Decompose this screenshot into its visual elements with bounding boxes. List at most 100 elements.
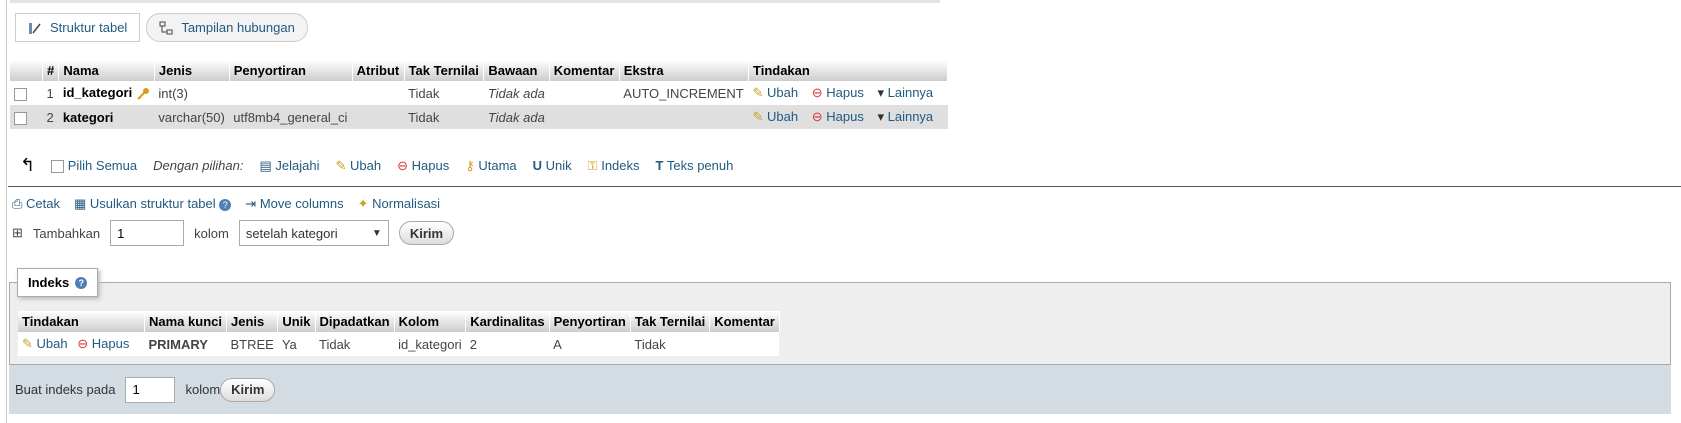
delete-icon: ⊖ bbox=[77, 336, 89, 351]
edit-label: Ubah bbox=[767, 109, 799, 124]
check-all-checkbox[interactable] bbox=[51, 160, 65, 174]
bulk-fulltext-button[interactable]: T Teks penuh bbox=[656, 158, 734, 173]
create-index-count-input[interactable] bbox=[125, 376, 176, 403]
help-icon[interactable]: ? bbox=[75, 276, 88, 289]
normalize-link[interactable]: ✦ Normalisasi bbox=[358, 196, 440, 212]
add-submit-button[interactable]: Kirim bbox=[398, 221, 455, 245]
edit-button[interactable]: ✎ Ubah bbox=[753, 85, 799, 100]
header-attributes[interactable]: Atribut bbox=[352, 60, 405, 81]
header-num[interactable]: # bbox=[42, 60, 60, 81]
field-null: Tidak bbox=[404, 81, 484, 105]
table-row: 1 id_kategori int(3) Tidak Tidak ada AUT… bbox=[10, 81, 948, 105]
index-collation: A bbox=[549, 332, 631, 356]
help-icon[interactable]: ? bbox=[219, 199, 232, 211]
header-default[interactable]: Bawaan bbox=[483, 60, 550, 81]
tab-structure-label: Struktur tabel bbox=[50, 20, 128, 35]
caret-down-icon: ▼ bbox=[371, 227, 382, 239]
propose-structure-link[interactable]: ▦ Usulkan struktur tabel ? bbox=[74, 196, 232, 212]
row-checkbox[interactable] bbox=[14, 87, 27, 101]
tab-relation-view[interactable]: Tampilan hubungan bbox=[146, 13, 308, 42]
delete-button[interactable]: ⊖ Hapus bbox=[812, 85, 864, 100]
caret-down-icon: ▾ bbox=[877, 109, 884, 124]
index-packed: Tidak bbox=[315, 332, 395, 356]
index-column: id_kategori bbox=[394, 332, 466, 356]
row-num: 1 bbox=[42, 81, 59, 105]
top-tab-strip bbox=[10, 0, 940, 3]
add-columns-form: ⊞ Tambahkan kolom setelah kategori▼ Kiri… bbox=[12, 220, 455, 246]
add-column-icon: ⊞ bbox=[12, 225, 23, 240]
delete-icon: ⊖ bbox=[397, 157, 408, 173]
view-tabs: Struktur tabel Tampilan hubungan bbox=[15, 13, 308, 42]
header-collation[interactable]: Penyortiran bbox=[229, 60, 353, 81]
add-count-input[interactable] bbox=[110, 220, 185, 246]
index-null: Tidak bbox=[630, 332, 710, 356]
primary-key-icon bbox=[137, 87, 149, 100]
field-default: Tidak ada bbox=[483, 105, 550, 129]
header-extra[interactable]: Ekstra bbox=[619, 60, 750, 81]
index-icon: ⚿ bbox=[587, 157, 598, 173]
edit-button[interactable]: ✎ Ubah bbox=[753, 109, 799, 124]
columns-header-row: # Nama Jenis Penyortiran Atribut Tak Ter… bbox=[10, 60, 948, 81]
wand-icon: ✦ bbox=[357, 196, 369, 211]
add-position-select[interactable]: setelah kategori ▼ bbox=[238, 220, 389, 246]
columns-table: # Nama Jenis Penyortiran Atribut Tak Ter… bbox=[10, 60, 948, 129]
field-collation: utf8mb4_general_ci bbox=[229, 105, 353, 129]
index-keyname: PRIMARY bbox=[144, 332, 227, 356]
field-null: Tidak bbox=[404, 105, 484, 129]
index-header-actions: Tindakan bbox=[18, 311, 145, 332]
header-actions: Tindakan bbox=[748, 60, 948, 81]
row-checkbox[interactable] bbox=[14, 111, 27, 125]
index-header-row: Tindakan Nama kunci Jenis Unik Dipadatka… bbox=[18, 311, 780, 332]
index-header-type: Jenis bbox=[226, 311, 279, 332]
header-checkbox bbox=[10, 60, 43, 81]
header-type[interactable]: Jenis bbox=[154, 60, 230, 81]
more-label: Lainnya bbox=[887, 109, 934, 124]
bulk-delete-button[interactable]: ⊖ Hapus bbox=[397, 158, 449, 174]
bulk-primary-button[interactable]: ⚷ Utama bbox=[465, 158, 516, 174]
header-null[interactable]: Tak Ternilai bbox=[404, 60, 485, 81]
field-attr bbox=[352, 105, 405, 129]
edit-label: Ubah bbox=[767, 85, 799, 100]
move-icon: ⇥ bbox=[245, 196, 257, 211]
header-name[interactable]: Nama bbox=[58, 60, 155, 81]
index-edit-button[interactable]: ✎ Ubah bbox=[22, 336, 68, 351]
bulk-edit-button[interactable]: ✎ Ubah bbox=[335, 158, 381, 174]
index-delete-button[interactable]: ⊖ Hapus bbox=[77, 336, 129, 351]
move-columns-link[interactable]: ⇥ Move columns bbox=[245, 196, 343, 212]
field-collation bbox=[229, 81, 353, 105]
create-index-unit: kolom bbox=[185, 382, 221, 397]
more-dropdown[interactable]: ▾ Lainnya bbox=[877, 109, 933, 124]
more-dropdown[interactable]: ▾ Lainnya bbox=[877, 85, 933, 100]
index-header-collation: Penyortiran bbox=[549, 311, 631, 332]
pencil-icon: ✎ bbox=[752, 85, 764, 100]
field-comment bbox=[549, 105, 620, 129]
index-header-comment: Komentar bbox=[709, 311, 780, 332]
index-header-keyname: Nama kunci bbox=[144, 311, 227, 332]
add-unit-label: kolom bbox=[194, 225, 229, 241]
check-all-label[interactable]: Pilih Semua bbox=[68, 158, 137, 173]
index-cardinality: 2 bbox=[465, 332, 550, 356]
row-num: 2 bbox=[42, 105, 59, 129]
key-icon: ⚷ bbox=[465, 157, 475, 173]
tab-structure[interactable]: Struktur tabel bbox=[15, 13, 141, 42]
delete-label: Hapus bbox=[826, 85, 864, 100]
more-label: Lainnya bbox=[887, 85, 934, 100]
index-type: BTREE bbox=[226, 332, 278, 356]
with-selected-label: Dengan pilihan: bbox=[153, 158, 244, 173]
create-index-label: Buat indeks pada bbox=[15, 382, 116, 397]
create-index-submit-button[interactable]: Kirim bbox=[220, 377, 276, 402]
field-extra bbox=[619, 105, 749, 129]
field-extra: AUTO_INCREMENT bbox=[619, 81, 749, 105]
header-comment[interactable]: Komentar bbox=[549, 60, 620, 81]
field-name: id_kategori bbox=[62, 85, 133, 101]
left-border bbox=[6, 0, 7, 423]
browse-icon: ▤ bbox=[259, 157, 272, 173]
delete-button[interactable]: ⊖ Hapus bbox=[812, 109, 864, 124]
print-link[interactable]: ⎙ Cetak bbox=[12, 196, 60, 212]
bulk-index-button[interactable]: ⚿ Indeks bbox=[588, 158, 640, 174]
bulk-unique-button[interactable]: U Unik bbox=[533, 158, 572, 173]
field-name: kategori bbox=[62, 109, 114, 125]
bulk-browse-button[interactable]: ▤ Jelajahi bbox=[259, 158, 319, 174]
check-all[interactable]: Pilih Semua bbox=[51, 158, 137, 174]
index-comment bbox=[709, 332, 780, 356]
